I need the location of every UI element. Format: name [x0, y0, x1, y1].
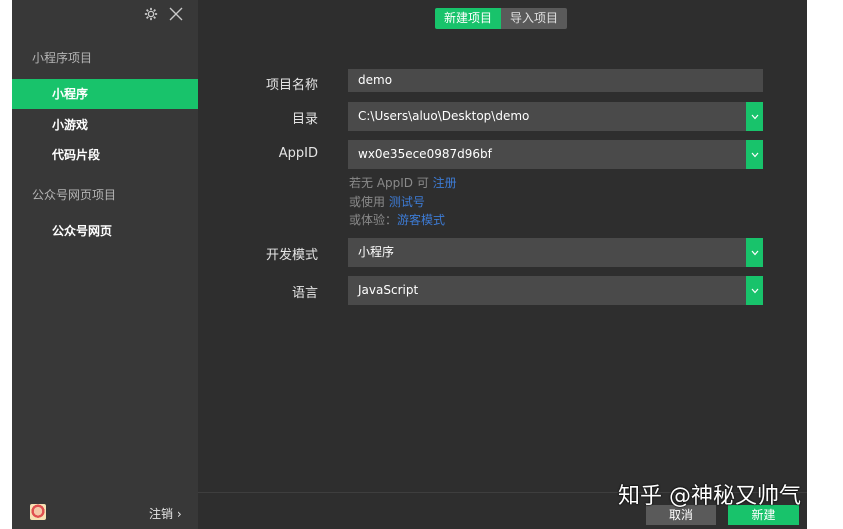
sidebar-item-miniprogram[interactable]: 小程序	[12, 79, 198, 109]
sidebar-footer: 注销 ›	[12, 499, 198, 529]
dev-mode-select[interactable]: 小程序	[348, 238, 763, 267]
language-value: JavaScript	[358, 283, 419, 297]
logout-link[interactable]: 注销 ›	[149, 505, 182, 522]
gear-icon[interactable]	[144, 7, 158, 21]
project-name-input[interactable]: demo	[348, 69, 763, 92]
right-margin	[807, 0, 843, 529]
directory-field[interactable]: C:\Users\aluo\Desktop\demo	[348, 102, 763, 131]
hint-test-text: 或使用	[349, 195, 389, 209]
chevron-down-icon[interactable]	[746, 140, 763, 169]
dev-mode-label: 开发模式	[265, 248, 318, 263]
sidebar-toolbar	[144, 6, 184, 22]
directory-value: C:\Users\aluo\Desktop\demo	[358, 109, 530, 123]
tab-import-project[interactable]: 导入项目	[501, 8, 568, 29]
directory-label: 目录	[291, 112, 318, 127]
appid-field[interactable]: wx0e35ece0987d96bf	[348, 140, 763, 169]
main-panel: 新建项目 导入项目 项目名称 demo 目录 C:\Users\aluo\Des…	[198, 0, 807, 529]
test-account-link[interactable]: 测试号	[389, 195, 425, 209]
appid-label: AppID	[278, 146, 318, 161]
hint-test-account: 或使用 测试号	[349, 193, 425, 210]
hint-guest-text: 或体验：	[349, 213, 398, 227]
avatar[interactable]	[30, 504, 46, 520]
guest-mode-link[interactable]: 游客模式	[397, 213, 445, 227]
language-label: 语言	[291, 286, 318, 301]
hint-guest: 或体验：游客模式	[349, 211, 445, 228]
hint-register: 若无 AppID 可 注册	[349, 174, 457, 191]
sidebar: 小程序项目 小程序 小游戏 代码片段 公众号网页项目 公众号网页 注销 ›	[12, 0, 198, 529]
hint-register-text: 若无 AppID 可	[349, 176, 433, 190]
section-official-account: 公众号网页项目	[32, 188, 117, 202]
project-name-label: 项目名称	[265, 78, 318, 93]
watermark: 知乎 @神秘又帅气	[618, 484, 801, 509]
language-select[interactable]: JavaScript	[348, 276, 763, 305]
chevron-down-icon[interactable]	[746, 276, 763, 305]
appid-value: wx0e35ece0987d96bf	[358, 147, 492, 161]
dev-mode-value: 小程序	[358, 245, 395, 259]
chevron-down-icon[interactable]	[746, 102, 763, 131]
sidebar-item-code-snippet[interactable]: 代码片段	[12, 140, 198, 170]
project-tabs: 新建项目 导入项目	[435, 8, 568, 29]
register-link[interactable]: 注册	[433, 176, 457, 190]
chevron-down-icon[interactable]	[746, 238, 763, 267]
app-window: 小程序项目 小程序 小游戏 代码片段 公众号网页项目 公众号网页 注销 › 新建…	[12, 0, 807, 529]
left-margin	[0, 0, 12, 529]
sidebar-item-official-web[interactable]: 公众号网页	[12, 216, 198, 246]
close-icon[interactable]	[168, 6, 184, 22]
tab-new-project[interactable]: 新建项目	[435, 8, 502, 29]
section-miniprogram: 小程序项目	[32, 51, 93, 65]
sidebar-item-minigame[interactable]: 小游戏	[12, 110, 198, 140]
